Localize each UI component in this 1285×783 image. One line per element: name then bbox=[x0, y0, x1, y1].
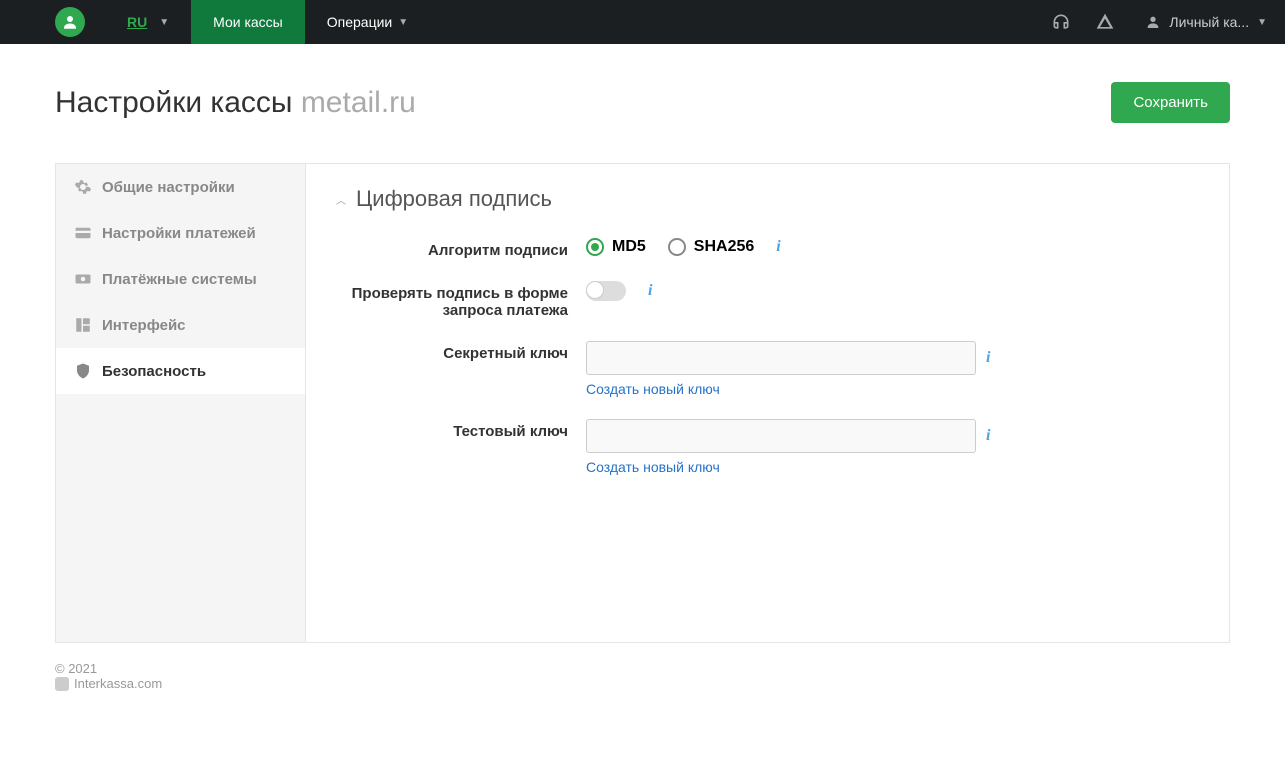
brand-logo[interactable] bbox=[55, 7, 85, 37]
radio-label: SHA256 bbox=[694, 238, 754, 256]
settings-sidebar: Общие настройки Настройки платежей Платё… bbox=[56, 164, 306, 642]
radio-sha256[interactable]: SHA256 bbox=[668, 238, 754, 256]
page-subtitle: metail.ru bbox=[301, 86, 416, 119]
sidebar-item-label: Платёжные системы bbox=[102, 271, 257, 288]
row-algorithm: Алгоритм подписи MD5 SHA256 i bbox=[336, 238, 1199, 259]
card-icon bbox=[74, 224, 92, 242]
create-secret-key-link[interactable]: Создать новый ключ bbox=[586, 381, 990, 397]
footer-link[interactable]: Interkassa.com bbox=[55, 676, 1230, 691]
top-nav: RU ▼ Мои кассы Операции ▼ Личный ка... ▼ bbox=[0, 0, 1285, 44]
person-icon bbox=[1145, 14, 1161, 30]
nav-item-label: Мои кассы bbox=[213, 14, 283, 30]
footer-link-icon bbox=[55, 677, 69, 691]
headset-icon bbox=[1051, 12, 1071, 32]
gear-icon bbox=[74, 178, 92, 196]
radio-icon bbox=[668, 238, 686, 256]
user-label: Личный ка... bbox=[1169, 14, 1249, 30]
info-icon[interactable]: i bbox=[986, 427, 990, 445]
shield-icon bbox=[74, 362, 92, 380]
test-key-input[interactable] bbox=[586, 419, 976, 453]
radio-md5[interactable]: MD5 bbox=[586, 238, 646, 256]
verify-label: Проверять подпись в форме запроса платеж… bbox=[336, 281, 586, 319]
support-icon[interactable] bbox=[1039, 0, 1083, 44]
user-icon bbox=[61, 13, 79, 31]
chevron-down-icon: ▼ bbox=[1257, 17, 1267, 28]
sidebar-item-payment-settings[interactable]: Настройки платежей bbox=[56, 210, 305, 256]
nav-item-label: Операции bbox=[327, 14, 393, 30]
sidebar-item-interface[interactable]: Интерфейс bbox=[56, 302, 305, 348]
page-header: Настройки кассы metail.ru Сохранить bbox=[55, 82, 1230, 123]
radio-icon bbox=[586, 238, 604, 256]
row-test-key: Тестовый ключ i Создать новый ключ bbox=[336, 419, 1199, 475]
chevron-up-icon: ︿ bbox=[336, 192, 346, 207]
sidebar-item-general[interactable]: Общие настройки bbox=[56, 164, 305, 210]
nav-item-my-cashiers[interactable]: Мои кассы bbox=[191, 0, 305, 44]
user-menu[interactable]: Личный ка... ▼ bbox=[1127, 0, 1285, 44]
nav-item-operations[interactable]: Операции ▼ bbox=[305, 0, 430, 44]
row-verify-signature: Проверять подпись в форме запроса платеж… bbox=[336, 281, 1199, 319]
test-key-label: Тестовый ключ bbox=[336, 419, 586, 440]
page-title-text: Настройки кассы bbox=[55, 86, 292, 119]
sidebar-item-label: Общие настройки bbox=[102, 179, 235, 196]
lang-label: RU bbox=[127, 14, 147, 30]
create-test-key-link[interactable]: Создать новый ключ bbox=[586, 459, 990, 475]
settings-content: ︿ Цифровая подпись Алгоритм подписи MD5 … bbox=[306, 164, 1229, 642]
layout-icon bbox=[74, 316, 92, 334]
section-header[interactable]: ︿ Цифровая подпись bbox=[336, 186, 1199, 212]
section-title-text: Цифровая подпись bbox=[356, 186, 552, 212]
page-title: Настройки кассы metail.ru bbox=[55, 86, 416, 120]
info-icon[interactable]: i bbox=[776, 238, 780, 256]
verify-toggle[interactable] bbox=[586, 281, 626, 301]
chevron-down-icon: ▼ bbox=[398, 17, 408, 28]
lang-selector[interactable]: RU ▼ bbox=[105, 0, 191, 44]
secret-key-label: Секретный ключ bbox=[336, 341, 586, 362]
copyright-text: © 2021 bbox=[55, 661, 1230, 676]
secret-key-input[interactable] bbox=[586, 341, 976, 375]
warning-icon bbox=[1095, 12, 1115, 32]
row-secret-key: Секретный ключ i Создать новый ключ bbox=[336, 341, 1199, 397]
info-icon[interactable]: i bbox=[986, 349, 990, 367]
chevron-down-icon: ▼ bbox=[159, 17, 169, 28]
sidebar-item-label: Интерфейс bbox=[102, 317, 186, 334]
save-button[interactable]: Сохранить bbox=[1111, 82, 1230, 123]
sidebar-item-security[interactable]: Безопасность bbox=[56, 348, 305, 394]
sidebar-item-payment-systems[interactable]: Платёжные системы bbox=[56, 256, 305, 302]
settings-card: Общие настройки Настройки платежей Платё… bbox=[55, 163, 1230, 643]
page-footer: © 2021 Interkassa.com bbox=[0, 643, 1285, 709]
info-icon[interactable]: i bbox=[648, 282, 652, 300]
algorithm-label: Алгоритм подписи bbox=[336, 238, 586, 259]
money-icon bbox=[74, 270, 92, 288]
sidebar-item-label: Безопасность bbox=[102, 363, 206, 380]
alert-icon[interactable] bbox=[1083, 0, 1127, 44]
footer-link-text: Interkassa.com bbox=[74, 676, 162, 691]
sidebar-item-label: Настройки платежей bbox=[102, 225, 256, 242]
radio-label: MD5 bbox=[612, 238, 646, 256]
